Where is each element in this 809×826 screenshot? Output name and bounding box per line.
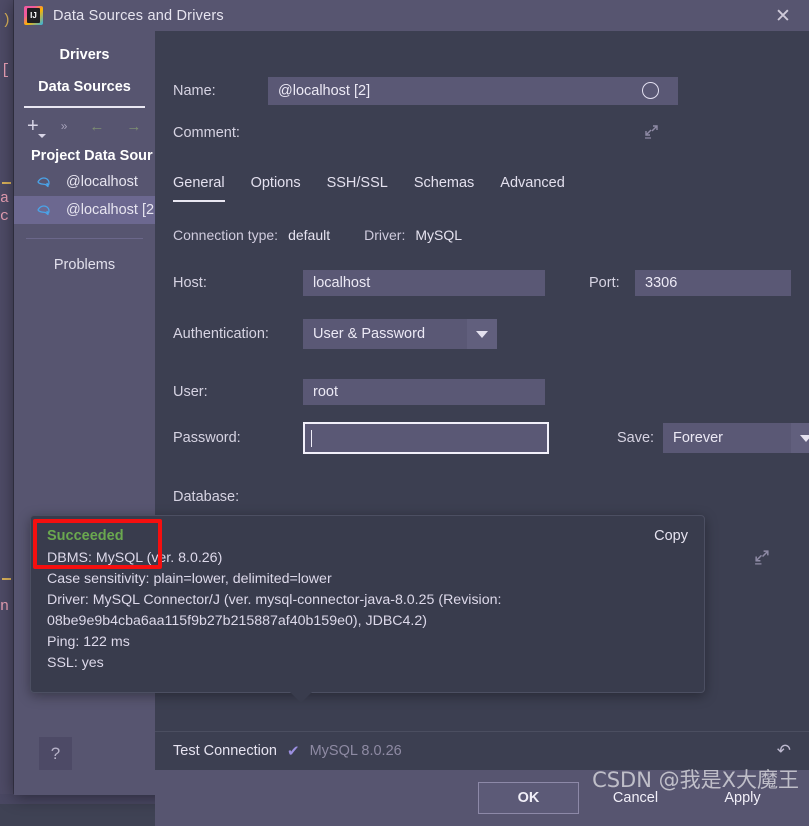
sidebar-item-label: @localhost [2	[66, 202, 154, 218]
meta-spacer	[340, 227, 354, 243]
revert-arrow-icon[interactable]: ↶	[777, 741, 791, 761]
help-button[interactable]: ?	[39, 737, 72, 770]
password-row: Password: Save: Forever	[173, 422, 809, 454]
close-icon[interactable]: ✕	[771, 4, 795, 28]
bg-code-token: n	[0, 598, 9, 615]
sidebar-item-label: @localhost	[66, 174, 138, 190]
check-icon: ✔	[287, 742, 300, 760]
ok-button[interactable]: OK	[478, 782, 579, 814]
database-row: Database:	[173, 489, 303, 505]
tab-ssh-ssl[interactable]: SSH/SSL	[327, 175, 388, 202]
chevron-down-icon	[791, 423, 809, 453]
tab-advanced[interactable]: Advanced	[500, 175, 565, 202]
dialog-titlebar: Data Sources and Drivers ✕	[14, 0, 809, 31]
result-line: 08be9e9b4cba6aa115f9b27b215887af40b159e0…	[47, 611, 688, 632]
expand-icon[interactable]	[643, 123, 660, 145]
driver-value[interactable]: MySQL	[415, 227, 462, 243]
cancel-button[interactable]: Cancel	[585, 782, 686, 814]
authentication-row: Authentication: User & Password	[173, 319, 497, 349]
host-label: Host:	[173, 275, 303, 291]
result-line: Driver: MySQL Connector/J (ver. mysql-co…	[47, 590, 688, 611]
bg-code-marker	[2, 182, 11, 184]
settings-tabs: General Options SSH/SSL Schemas Advanced	[173, 175, 565, 202]
connection-type-label: Connection type:	[173, 227, 278, 243]
authentication-label: Authentication:	[173, 326, 303, 342]
annotation-highlight-box	[33, 519, 162, 569]
bg-code-token: a	[0, 190, 9, 207]
data-source-group-title: Project Data Sour	[14, 144, 155, 168]
tab-options[interactable]: Options	[251, 175, 301, 202]
name-input[interactable]	[268, 77, 678, 105]
arrow-left-icon[interactable]: ←	[89, 118, 104, 135]
chevrons-right-icon[interactable]: »	[61, 119, 68, 133]
sidebar-item-localhost[interactable]: @localhost	[14, 168, 155, 196]
add-icon[interactable]: +	[27, 119, 39, 133]
password-label: Password:	[173, 430, 303, 446]
user-label: User:	[173, 384, 303, 400]
port-label: Port:	[589, 275, 635, 291]
port-input[interactable]	[635, 270, 791, 296]
bg-code-marker	[2, 578, 11, 580]
copy-button[interactable]: Copy	[654, 528, 688, 544]
result-line: SSL: yes	[47, 653, 688, 674]
connection-meta: Connection type: default Driver: MySQL	[173, 227, 462, 243]
sidebar-item-problems[interactable]: Problems	[14, 257, 155, 273]
tab-schemas[interactable]: Schemas	[414, 175, 474, 202]
text-caret	[311, 430, 312, 447]
expand-icon[interactable]	[753, 548, 771, 571]
sidebar-tab-data-sources[interactable]: Data Sources	[14, 71, 155, 103]
save-select[interactable]: Forever	[663, 423, 809, 453]
host-input[interactable]	[303, 270, 545, 296]
bg-code-token: )	[2, 12, 11, 29]
mysql-dolphin-icon	[36, 173, 54, 191]
database-label: Database:	[173, 489, 303, 505]
driver-label: Driver:	[364, 227, 405, 243]
balloon-pointer	[290, 692, 312, 703]
test-connection-bar: Test Connection ✔ MySQL 8.0.26 ↶	[155, 731, 809, 770]
authentication-value: User & Password	[303, 326, 425, 342]
circle-status-icon	[642, 82, 659, 99]
save-label: Save:	[617, 430, 663, 446]
comment-row: Comment:	[173, 125, 268, 141]
host-row: Host: Port:	[173, 270, 791, 296]
user-input[interactable]	[303, 379, 545, 405]
driver-version-label: MySQL 8.0.26	[310, 743, 402, 759]
user-row: User:	[173, 379, 545, 405]
tab-general[interactable]: General	[173, 175, 225, 202]
sidebar-toolbar: + » ← →	[14, 108, 155, 144]
apply-button[interactable]: Apply	[692, 782, 793, 814]
intellij-idea-icon	[24, 6, 43, 25]
bg-code-token: c	[0, 208, 9, 225]
mysql-dolphin-icon	[36, 201, 54, 219]
sidebar-tab-drivers[interactable]: Drivers	[14, 39, 155, 71]
arrow-right-icon[interactable]: →	[126, 118, 141, 135]
bg-code-token: [	[1, 62, 10, 79]
test-connection-button[interactable]: Test Connection	[173, 743, 277, 759]
result-line: Ping: 122 ms	[47, 632, 688, 653]
dialog-button-bar: OK Cancel Apply	[155, 770, 809, 826]
chevron-down-icon	[467, 319, 497, 349]
authentication-select[interactable]: User & Password	[303, 319, 497, 349]
dialog-title: Data Sources and Drivers	[53, 8, 224, 24]
save-value: Forever	[663, 430, 723, 446]
comment-label: Comment:	[173, 125, 268, 141]
result-line: Case sensitivity: plain=lower, delimited…	[47, 569, 688, 590]
sidebar-divider	[26, 238, 143, 239]
editor-gutter	[0, 0, 14, 804]
sidebar-item-localhost-2[interactable]: @localhost [2	[14, 196, 155, 224]
password-input[interactable]	[303, 422, 549, 454]
connection-type-value[interactable]: default	[288, 227, 330, 243]
name-row: Name:	[173, 77, 678, 105]
name-label: Name:	[173, 83, 268, 99]
